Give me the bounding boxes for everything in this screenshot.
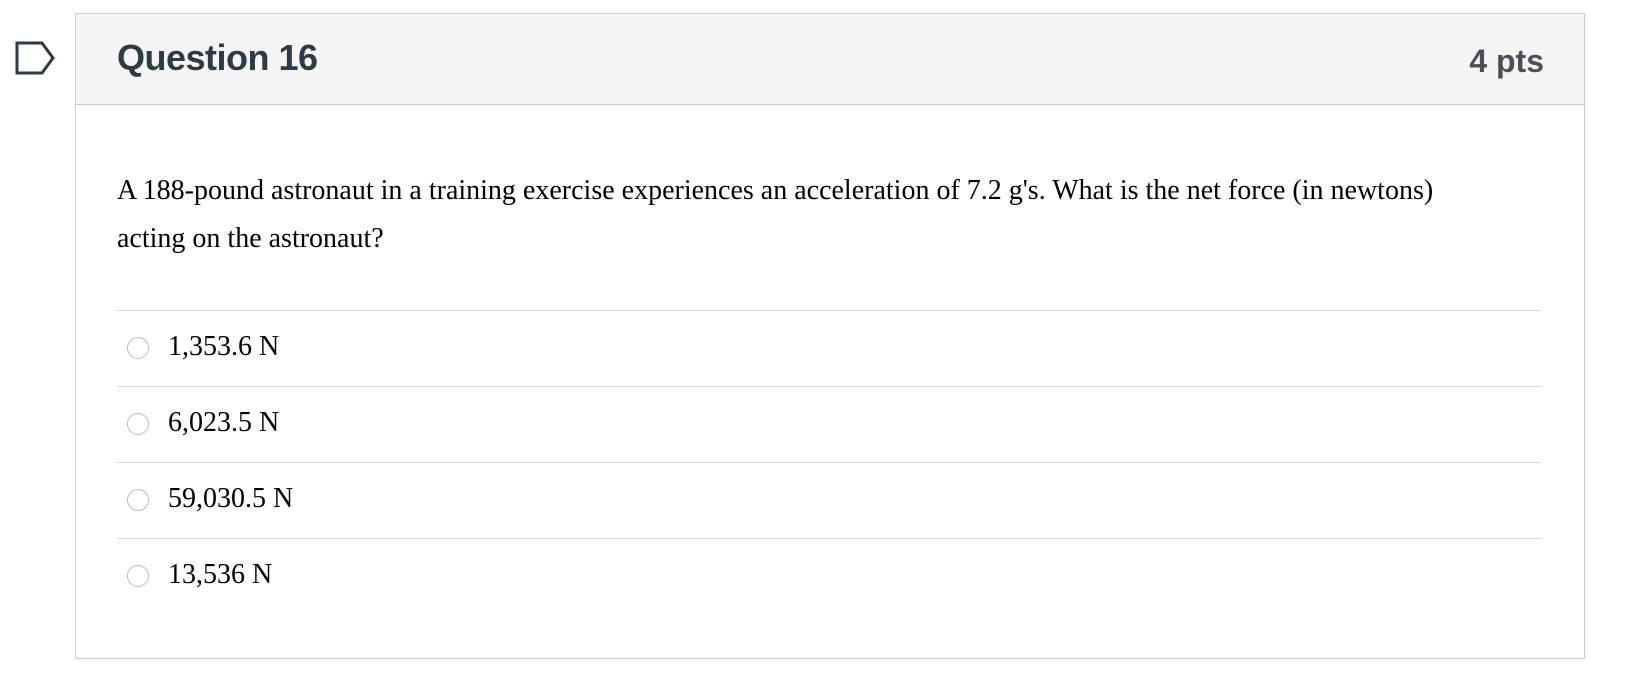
answer-option[interactable]: 1,353.6 N	[117, 310, 1542, 386]
answer-label: 6,023.5 N	[168, 407, 280, 438]
question-points: 4 pts	[1469, 43, 1544, 79]
question-title: Question 16	[117, 37, 318, 78]
flag-question-icon[interactable]	[14, 40, 58, 76]
answer-option[interactable]: 59,030.5 N	[117, 462, 1542, 538]
radio-button[interactable]	[127, 489, 149, 511]
answer-label: 59,030.5 N	[168, 483, 294, 514]
answer-list: 1,353.6 N 6,023.5 N 59,030.5 N 13,536 N	[117, 310, 1542, 614]
answer-label: 1,353.6 N	[168, 331, 280, 362]
radio-button[interactable]	[127, 565, 149, 587]
question-card: Question 16 4 pts A 188-pound astronaut …	[75, 13, 1585, 659]
answer-option[interactable]: 13,536 N	[117, 538, 1542, 614]
answer-label: 13,536 N	[168, 559, 273, 590]
question-header: Question 16 4 pts	[76, 14, 1584, 105]
radio-button[interactable]	[127, 413, 149, 435]
radio-button[interactable]	[127, 337, 149, 359]
answer-option[interactable]: 6,023.5 N	[117, 386, 1542, 462]
question-text: A 188-pound astronaut in a training exer…	[117, 175, 1434, 254]
